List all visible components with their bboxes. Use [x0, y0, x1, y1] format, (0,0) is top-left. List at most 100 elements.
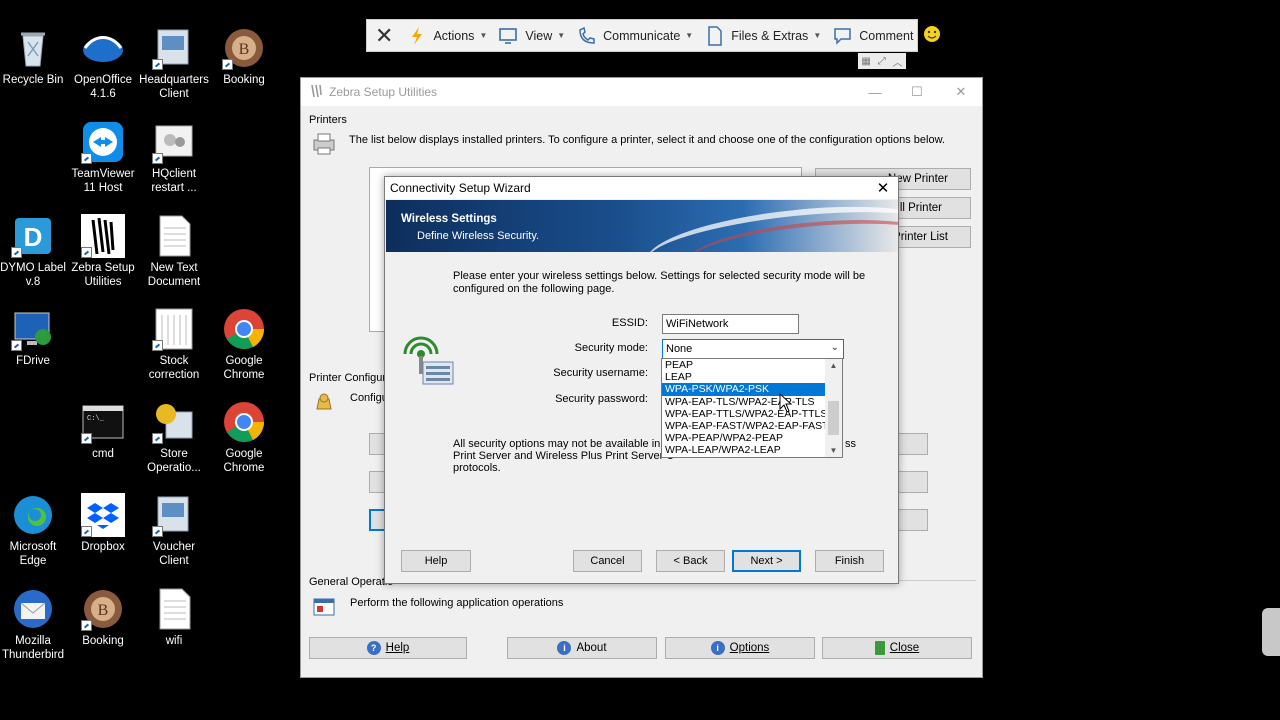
document-icon — [152, 307, 196, 351]
fullscreen-icon[interactable]: ⤢ — [878, 56, 886, 67]
monitor-icon — [499, 26, 519, 46]
teamviewer-icon — [81, 120, 125, 164]
desktop-icon-teamviewer[interactable]: TeamViewer 11 Host — [66, 120, 140, 195]
general-operations-description: Perform the following application operat… — [350, 597, 564, 609]
security-mode-dropdown-list[interactable]: PEAP LEAP WPA-PSK/WPA2-PSK WPA-EAP-TLS/W… — [661, 358, 843, 458]
option-peap[interactable]: PEAP — [662, 359, 842, 371]
wizard-help-button[interactable]: Help — [401, 550, 471, 572]
desktop-icon-thunderbird[interactable]: Mozilla Thunderbird — [0, 587, 70, 662]
printer-config-label: Printer Configur — [309, 372, 387, 384]
wizard-next-button[interactable]: Next > — [732, 550, 801, 572]
maximize-button[interactable]: ☐ — [895, 78, 939, 106]
chevron-down-icon[interactable]: ▼ — [825, 446, 842, 455]
toolbar-close-button[interactable]: ✕ — [367, 20, 401, 51]
desktop-icon-chrome-2[interactable]: Google Chrome — [207, 400, 281, 475]
note-line-1: All security options may not be availabl… — [453, 438, 661, 450]
chevron-down-icon: ▼ — [813, 31, 822, 40]
door-icon — [874, 641, 885, 655]
svg-text:C:\_: C:\_ — [87, 415, 105, 423]
desktop-icon-voucher-client[interactable]: Voucher Client — [137, 493, 211, 568]
smiley-button[interactable] — [919, 20, 945, 51]
chevron-down-icon: ⌄ — [830, 342, 839, 353]
network-drive-icon — [11, 307, 55, 351]
desktop-icon-openoffice[interactable]: OpenOffice 4.1.6 — [66, 26, 140, 101]
dropdown-scrollbar[interactable]: ▲ ▼ — [825, 359, 842, 457]
toolbar-subcontrols: ▦ ⤢ ︿ — [858, 53, 906, 69]
toolbar-comment-button[interactable]: Comment — [827, 20, 919, 51]
option-wpa-leap[interactable]: WPA-LEAP/WPA2-LEAP — [662, 444, 842, 456]
desktop-icon-booking[interactable]: B Booking — [207, 26, 281, 87]
desktop-icon-dropbox[interactable]: Dropbox — [66, 493, 140, 554]
dialog-close-button[interactable]: ✕ — [868, 177, 898, 199]
desktop-icon-edge[interactable]: Microsoft Edge — [0, 493, 70, 568]
desktop-icon-zebra[interactable]: Zebra Setup Utilities — [66, 214, 140, 289]
zebra-icon — [81, 214, 125, 258]
desktop-icon-dymo[interactable]: D DYMO Label v.8 — [0, 214, 70, 289]
note-line-2: Print Server and Wireless Plus Print Ser… — [453, 450, 675, 462]
svg-text:B: B — [98, 602, 109, 619]
svg-text:B: B — [239, 41, 250, 58]
app-icon — [152, 493, 196, 537]
help-button[interactable]: ? Help — [309, 637, 467, 659]
file-icon — [705, 25, 725, 46]
close-button[interactable]: ✕ — [939, 78, 983, 106]
desktop-icon-wifi[interactable]: wifi — [137, 587, 211, 648]
chevron-up-icon[interactable]: ︿ — [893, 54, 903, 69]
help-icon: ? — [366, 641, 381, 655]
desktop-icon-fdrive[interactable]: FDrive — [0, 307, 70, 368]
desktop-icon-store-operations[interactable]: Store Operatio... — [137, 400, 211, 475]
app-icon — [152, 120, 196, 164]
toolbar-actions-menu[interactable]: Actions ▼ — [401, 20, 493, 51]
grid-icon[interactable]: ▦ — [861, 56, 870, 67]
security-mode-label: Security mode: — [574, 342, 648, 354]
toolbar-communicate-menu[interactable]: Communicate ▼ — [571, 20, 699, 51]
side-panel-handle[interactable] — [1262, 608, 1280, 656]
wizard-banner: Wireless Settings Define Wireless Securi… — [386, 200, 898, 252]
desktop-icon-cmd[interactable]: C:\_ cmd — [66, 400, 140, 461]
option-leap[interactable]: LEAP — [662, 371, 842, 383]
wizard-cancel-button[interactable]: Cancel — [573, 550, 642, 572]
options-button[interactable]: i Options — [665, 637, 815, 659]
wireless-antenna-icon — [397, 330, 457, 391]
chevron-down-icon: ▼ — [557, 31, 566, 40]
desktop-icon-hq-client[interactable]: Headquarters Client — [137, 26, 211, 101]
desktop-icon-chrome[interactable]: Google Chrome — [207, 307, 281, 382]
desktop-icon-booking-2[interactable]: B Booking — [66, 587, 140, 648]
toolbar-files-menu[interactable]: Files & Extras ▼ — [699, 20, 827, 51]
option-wpa-eap-tls[interactable]: WPA-EAP-TLS/WPA2-EAP-TLS — [662, 396, 842, 408]
wizard-back-button[interactable]: < Back — [656, 550, 725, 572]
minimize-button[interactable]: — — [853, 78, 897, 106]
scroll-thumb[interactable] — [828, 401, 839, 435]
chevron-up-icon[interactable]: ▲ — [825, 361, 842, 370]
desktop-icon-hqclient-restart[interactable]: HQclient restart ... — [137, 120, 211, 195]
booking-icon: B — [81, 587, 125, 631]
screen: { "desktop": { "icons": [ {"label": "Rec… — [0, 0, 1280, 720]
config-option-button-4[interactable] — [898, 433, 928, 455]
security-mode-select[interactable]: None ⌄ — [662, 339, 844, 359]
booking-icon: B — [222, 26, 266, 70]
wizard-finish-button[interactable]: Finish — [815, 550, 884, 572]
about-button[interactable]: i About — [507, 637, 657, 659]
close-icon: ✕ — [955, 84, 967, 99]
desktop-icon-recycle-bin[interactable]: Recycle Bin — [0, 26, 70, 87]
minimize-icon: — — [868, 84, 882, 100]
option-wpa-eap-fast[interactable]: WPA-EAP-FAST/WPA2-EAP-FAST — [662, 420, 842, 432]
close-app-button[interactable]: Close — [822, 637, 972, 659]
desktop-icon-stock-correction[interactable]: Stock correction — [137, 307, 211, 382]
config-option-button-5[interactable] — [898, 471, 928, 493]
general-operations-label: General Operatio — [309, 576, 394, 588]
openoffice-icon — [81, 26, 125, 70]
config-option-button-6[interactable] — [898, 509, 928, 531]
info-icon: i — [557, 641, 572, 655]
note-line-1-tail: ss — [845, 438, 856, 450]
option-wpa-eap-ttls[interactable]: WPA-EAP-TTLS/WPA2-EAP-TTLS — [662, 408, 842, 420]
security-username-label: Security username: — [553, 367, 648, 379]
essid-input[interactable]: WiFiNetwork — [662, 314, 799, 334]
toolbar-view-menu[interactable]: View ▼ — [493, 20, 571, 51]
desktop-icon-new-text[interactable]: New Text Document — [137, 214, 211, 289]
chevron-down-icon: ▼ — [685, 31, 694, 40]
option-wpa-peap[interactable]: WPA-PEAP/WPA2-PEAP — [662, 432, 842, 444]
lightning-icon — [407, 26, 427, 46]
text-document-icon — [152, 214, 196, 258]
option-wpa-psk[interactable]: WPA-PSK/WPA2-PSK — [662, 383, 826, 396]
